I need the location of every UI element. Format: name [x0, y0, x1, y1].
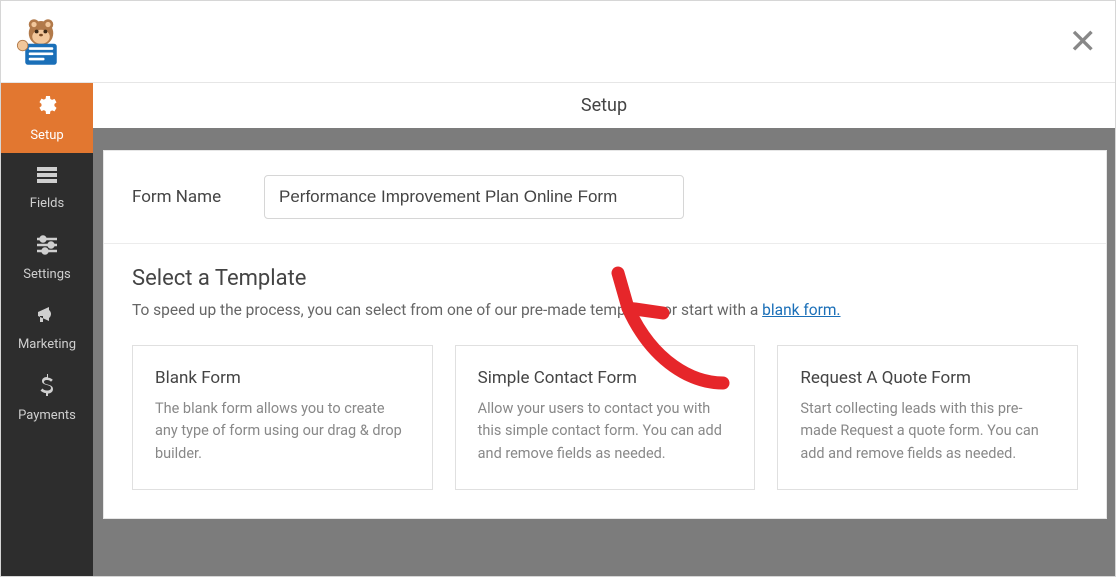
- template-desc: Start collecting leads with this pre-mad…: [800, 398, 1055, 465]
- template-card-quote[interactable]: Request A Quote Form Start collecting le…: [777, 345, 1078, 490]
- sidebar-item-settings[interactable]: Settings: [1, 223, 93, 293]
- app-window: ✕ Setup Fields Settings: [0, 0, 1116, 577]
- blank-form-link[interactable]: blank form.: [762, 301, 840, 319]
- template-title: Blank Form: [155, 368, 410, 388]
- form-name-input[interactable]: [264, 175, 684, 219]
- gear-icon: [35, 93, 59, 122]
- sidebar-item-label: Settings: [23, 267, 70, 282]
- dollar-icon: [39, 373, 55, 402]
- sliders-icon: [35, 234, 59, 261]
- main-panel: Setup Form Name Select a Template To spe…: [93, 83, 1115, 576]
- list-icon: [35, 165, 59, 190]
- sidebar-item-label: Marketing: [18, 337, 76, 352]
- sidebar-item-marketing[interactable]: Marketing: [1, 293, 93, 363]
- setup-card: Form Name Select a Template To speed up …: [103, 150, 1107, 519]
- template-desc: Allow your users to contact you with thi…: [478, 398, 733, 465]
- sidebar-item-setup[interactable]: Setup: [1, 83, 93, 153]
- wpforms-logo: [11, 12, 71, 72]
- sidebar-item-payments[interactable]: Payments: [1, 363, 93, 433]
- select-template-heading: Select a Template: [132, 266, 1078, 291]
- form-name-label: Form Name: [132, 187, 264, 207]
- sidebar: Setup Fields Settings Marketing: [1, 83, 93, 576]
- template-card-blank[interactable]: Blank Form The blank form allows you to …: [132, 345, 433, 490]
- template-title: Simple Contact Form: [478, 368, 733, 388]
- body: Setup Fields Settings Marketing: [1, 83, 1115, 576]
- template-section: Select a Template To speed up the proces…: [104, 244, 1106, 518]
- panel-title: Setup: [93, 83, 1115, 128]
- bullhorn-icon: [35, 304, 59, 331]
- sidebar-item-fields[interactable]: Fields: [1, 153, 93, 223]
- template-desc: The blank form allows you to create any …: [155, 398, 410, 465]
- content-scroll[interactable]: Form Name Select a Template To speed up …: [93, 128, 1115, 576]
- close-icon[interactable]: ✕: [1069, 25, 1098, 59]
- sidebar-item-label: Fields: [30, 196, 64, 211]
- sidebar-item-label: Setup: [30, 128, 63, 143]
- lead-text: To speed up the process, you can select …: [132, 301, 762, 319]
- select-template-lead: To speed up the process, you can select …: [132, 301, 1078, 319]
- sidebar-item-label: Payments: [18, 408, 76, 423]
- template-grid: Blank Form The blank form allows you to …: [132, 345, 1078, 490]
- template-card-contact[interactable]: Simple Contact Form Allow your users to …: [455, 345, 756, 490]
- template-title: Request A Quote Form: [800, 368, 1055, 388]
- top-bar: ✕: [1, 1, 1115, 83]
- form-name-row: Form Name: [104, 151, 1106, 244]
